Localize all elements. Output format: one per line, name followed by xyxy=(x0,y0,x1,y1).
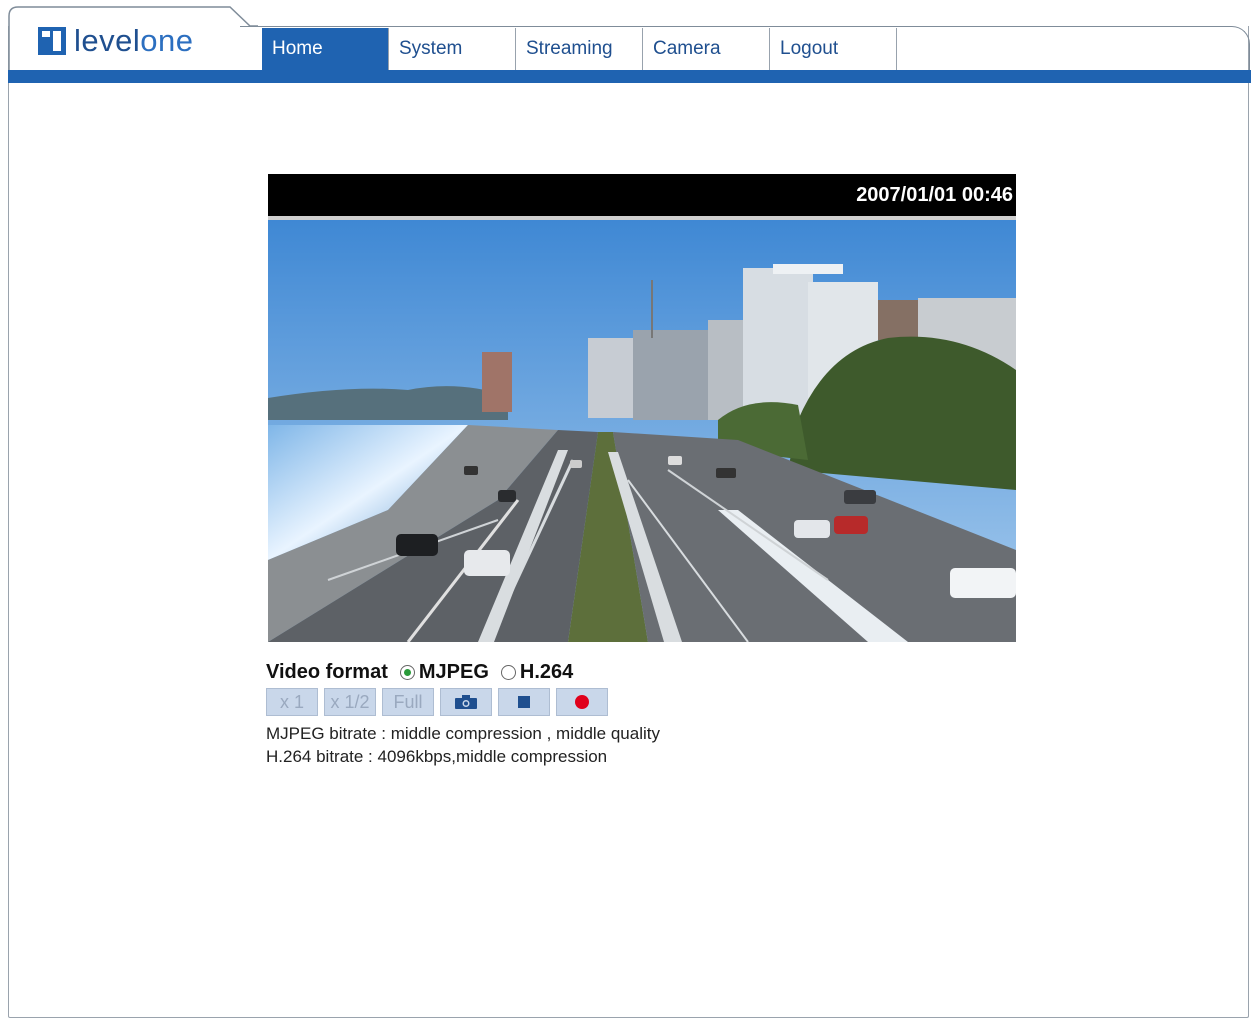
header-blue-bar xyxy=(8,70,1251,83)
timestamp-bar: 2007/01/01 00:46 xyxy=(268,174,1016,220)
mjpeg-label[interactable]: MJPEG xyxy=(419,661,489,684)
nav-system[interactable]: System xyxy=(389,28,516,70)
h264-label: H.264 xyxy=(519,660,574,683)
stop-icon xyxy=(518,696,530,708)
mjpeg-bitrate-text: MJPEG bitrate : middle compression , mid… xyxy=(266,724,660,743)
zoom-x1-button[interactable]: x 1 xyxy=(266,688,318,716)
record-button[interactable] xyxy=(556,688,608,716)
nav-streaming[interactable]: Streaming xyxy=(516,28,643,70)
main-nav: Home System Streaming Camera Logout xyxy=(262,28,897,70)
nav-camera[interactable]: Camera xyxy=(643,28,770,70)
stop-button[interactable] xyxy=(498,688,550,716)
zoom-half-button[interactable]: x 1/2 xyxy=(324,688,376,716)
video-format-row: Video format MJPEG H.264 xyxy=(266,658,660,686)
logo-mark-icon xyxy=(38,27,66,55)
video-format-label: Video format xyxy=(266,660,388,683)
levelone-logo: levelone xyxy=(38,23,194,58)
record-icon xyxy=(575,695,589,709)
camera-icon xyxy=(455,695,477,709)
nav-logout[interactable]: Logout xyxy=(770,28,897,70)
mjpeg-radio[interactable] xyxy=(399,664,415,680)
viewer-button-row: x 1 x 1/2 Full xyxy=(266,688,660,716)
live-video-scene xyxy=(268,220,1016,642)
snapshot-button[interactable] xyxy=(440,688,492,716)
timestamp: 2007/01/01 00:46 xyxy=(856,184,1013,206)
fullscreen-button[interactable]: Full xyxy=(382,688,434,716)
h264-bitrate-text: H.264 bitrate : 4096kbps,middle compress… xyxy=(266,747,608,766)
video-viewer: 2007/01/01 00:46 xyxy=(268,174,1016,642)
h264-radio[interactable] xyxy=(500,664,516,680)
live-video[interactable] xyxy=(268,220,1016,642)
nav-home[interactable]: Home xyxy=(262,28,389,70)
viewer-controls: Video format MJPEG H.264 x 1 x 1/2 Full xyxy=(266,658,660,768)
logo-text: levelone xyxy=(74,23,194,58)
bitrate-info: MJPEG bitrate : middle compression , mid… xyxy=(266,722,660,768)
